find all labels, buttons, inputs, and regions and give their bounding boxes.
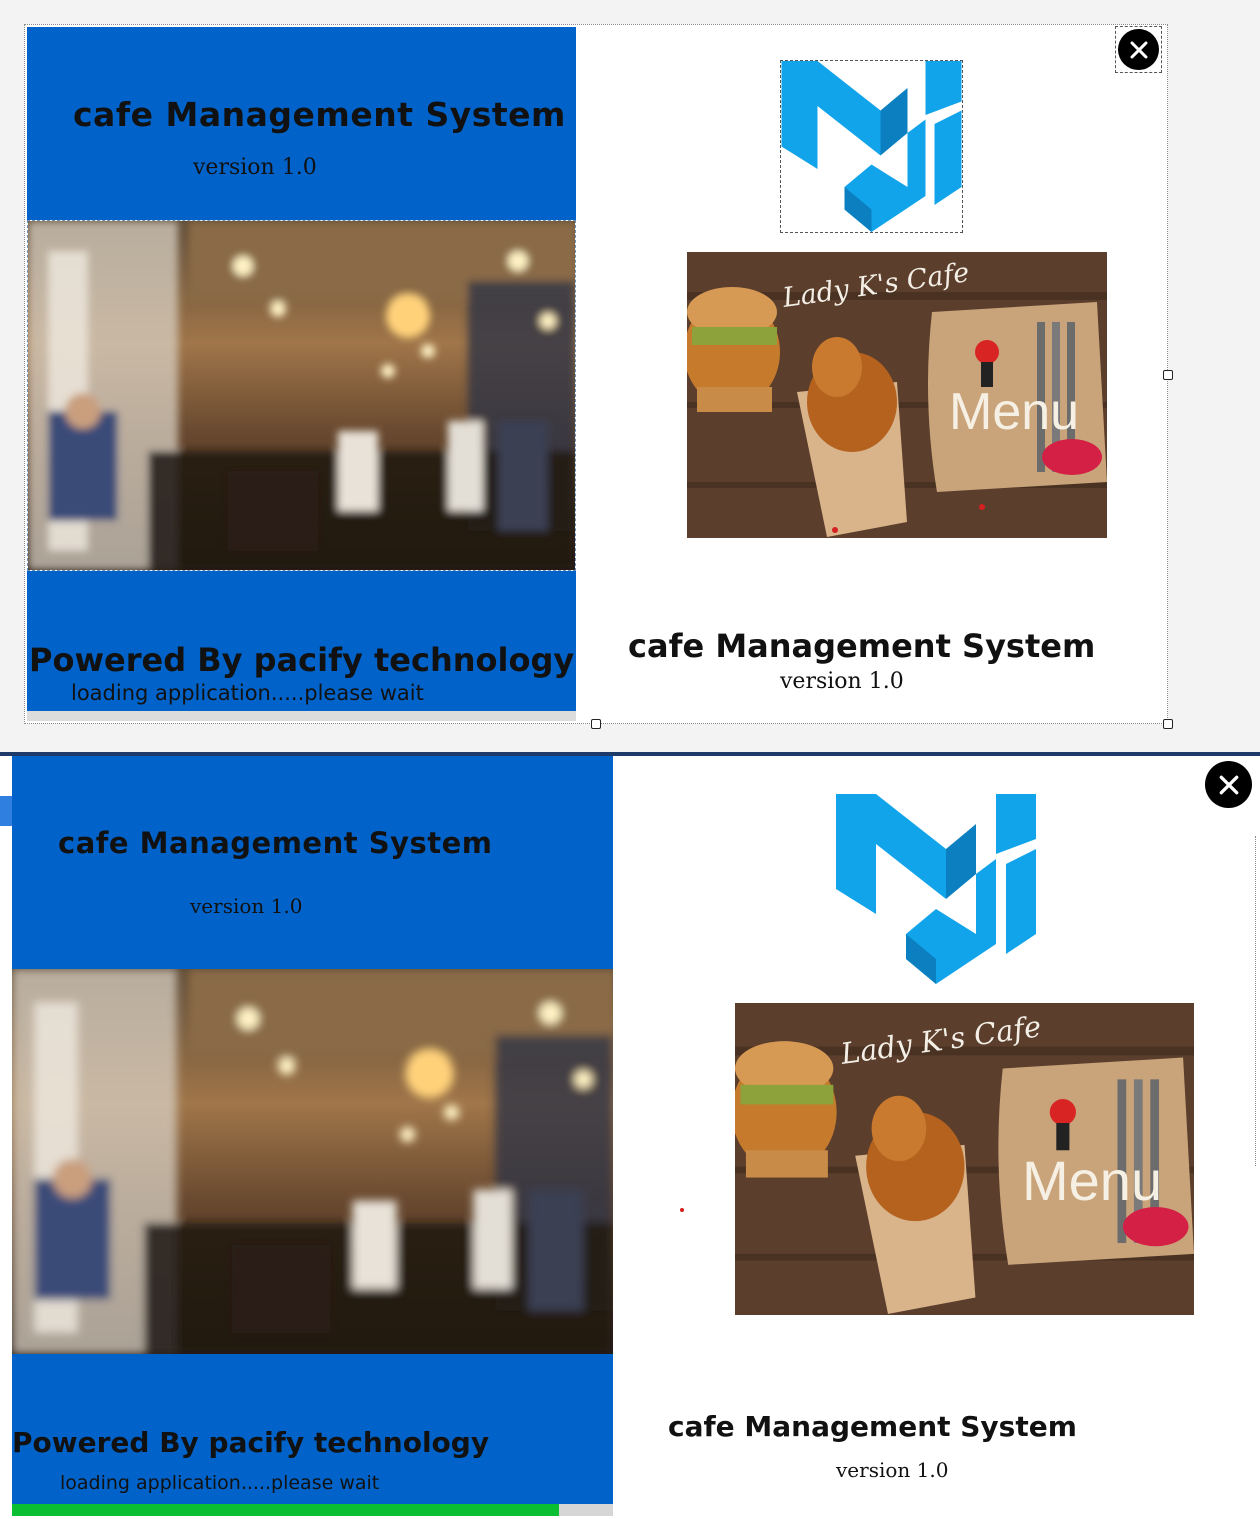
resize-handle-right[interactable] bbox=[1163, 370, 1173, 380]
runtime-right-version: version 1.0 bbox=[836, 1458, 949, 1482]
runtime-powered-by-text: Powered By pacify technology bbox=[12, 1426, 490, 1459]
runtime-cafe-photo-art bbox=[12, 969, 613, 1354]
cafe-photo bbox=[27, 220, 578, 571]
menu-word-text: Menu bbox=[949, 383, 1080, 441]
runtime-right-title: cafe Management System bbox=[668, 1410, 1077, 1443]
right-title: cafe Management System bbox=[628, 627, 1096, 665]
right-version: version 1.0 bbox=[780, 669, 904, 694]
menu-image: Lady K's Cafe Menu bbox=[687, 252, 1107, 538]
powered-by-text: Powered By pacify technology bbox=[29, 641, 575, 679]
runtime-left-footer: Powered By pacify technology loading app… bbox=[12, 1354, 613, 1504]
runtime-header-title: cafe Management System bbox=[58, 826, 493, 860]
background-window-right bbox=[1255, 836, 1260, 1166]
logo-icon bbox=[781, 61, 962, 232]
design-view-area: cafe Management System version 1.0 Power… bbox=[0, 0, 1260, 752]
runtime-close-icon bbox=[1219, 775, 1238, 794]
background-window-left bbox=[0, 756, 12, 1519]
header-title: cafe Management System bbox=[73, 95, 566, 134]
red-dot bbox=[680, 1208, 684, 1212]
left-header-panel: cafe Management System version 1.0 bbox=[27, 27, 576, 220]
resize-handle-corner[interactable] bbox=[1163, 719, 1173, 729]
resize-handle-bottom[interactable] bbox=[591, 719, 601, 729]
runtime-loading-text: loading application.....please wait bbox=[60, 1472, 380, 1494]
header-version: version 1.0 bbox=[193, 155, 317, 180]
runtime-view-area: cafe Management System version 1.0 Power… bbox=[0, 756, 1260, 1519]
left-footer-panel: Powered By pacify technology loading app… bbox=[27, 571, 576, 711]
close-icon bbox=[1130, 41, 1147, 58]
runtime-close-button[interactable] bbox=[1205, 761, 1252, 808]
runtime-header-version: version 1.0 bbox=[190, 894, 303, 918]
close-button[interactable] bbox=[1118, 29, 1159, 70]
runtime-menu-image: Lady K's Cafe Menu bbox=[735, 1003, 1194, 1315]
runtime-logo-icon bbox=[836, 794, 1036, 984]
design-form: cafe Management System version 1.0 Power… bbox=[24, 24, 1173, 729]
runtime-menu-word-text: Menu bbox=[1022, 1149, 1163, 1212]
loading-progress-fill bbox=[12, 1504, 559, 1516]
loading-text: loading application.....please wait bbox=[71, 681, 424, 705]
loading-progress-bar bbox=[12, 1504, 613, 1516]
runtime-logo bbox=[836, 794, 1036, 984]
logo-box bbox=[780, 60, 963, 233]
footer-strip bbox=[27, 711, 576, 721]
runtime-cafe-photo bbox=[12, 969, 613, 1354]
cafe-photo-art bbox=[28, 221, 578, 570]
runtime-left-header: cafe Management System version 1.0 bbox=[12, 756, 613, 969]
